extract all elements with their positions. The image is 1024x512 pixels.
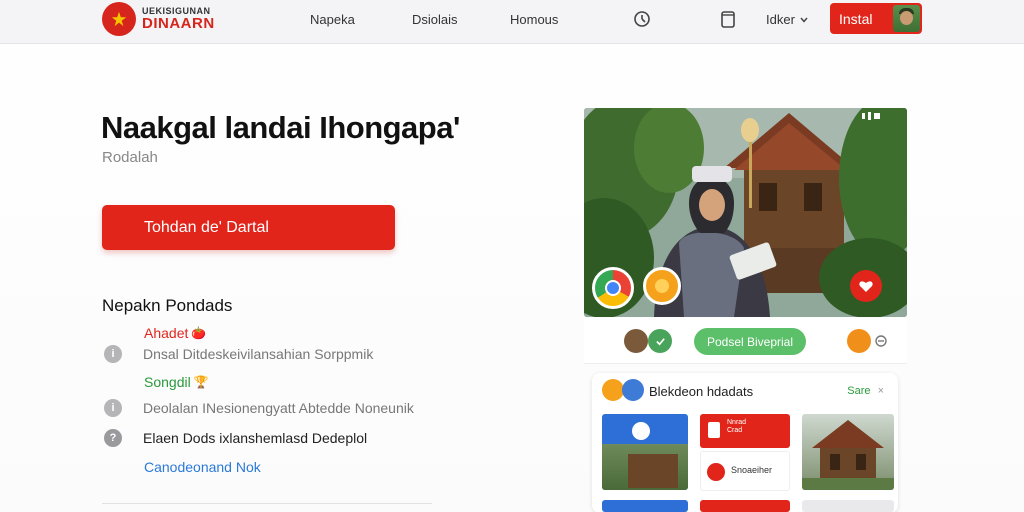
brand-name-bottom: DINAARN <box>142 15 215 32</box>
chrome-icon[interactable] <box>592 267 634 309</box>
help-icon: ? <box>104 429 122 447</box>
features-title: Nepakn Pondads <box>102 296 233 315</box>
tile-line-1: Nnrad <box>727 419 747 426</box>
user-avatar[interactable] <box>893 5 920 32</box>
hero-title: Naakgal landai Ihongapa' <box>101 110 460 145</box>
card-action[interactable]: Sare × <box>847 385 884 397</box>
content-tile[interactable] <box>700 500 790 512</box>
content-tile[interactable] <box>602 500 688 512</box>
feature-link-label: Canodeonand Nok <box>144 459 261 475</box>
install-button-label: Instal <box>839 10 873 27</box>
user-avatar <box>602 379 624 401</box>
feature-tag-red-label: Ahadet <box>144 325 189 341</box>
language-selector[interactable]: Idker <box>766 12 809 27</box>
feature-item[interactable]: i Deolalan INesionengyatt Abtedde Noneun… <box>104 399 414 417</box>
hero-photo <box>584 108 907 317</box>
like-button[interactable] <box>850 270 882 302</box>
info-icon: i <box>104 345 122 363</box>
feature-tag-red[interactable]: Ahadet 🍅 <box>144 325 206 341</box>
user-avatar <box>622 379 644 401</box>
user-avatar[interactable] <box>847 329 871 353</box>
tile-line-2: Crad <box>727 427 743 435</box>
brand-name: UEKISIGUNAN DINAARN <box>142 7 215 32</box>
search-icon[interactable] <box>631 8 653 30</box>
nav-link-2[interactable]: Dsiolais <box>412 12 458 27</box>
hero-subtitle: Rodalah <box>102 149 158 166</box>
feature-tag-green-label: Songdil <box>144 374 191 390</box>
status-pill-button[interactable]: Podsel Biveprial <box>694 328 806 355</box>
feature-item[interactable]: ? Elaen Dods ixlanshemlasd Dedeplol <box>104 429 367 447</box>
tomato-icon: 🍅 <box>191 326 207 340</box>
page: UEKISIGUNAN DINAARN Napeka Dsiolais Homo… <box>0 0 1024 512</box>
play-icon <box>707 463 725 481</box>
language-label: Idker <box>766 12 795 27</box>
content-tile[interactable] <box>802 414 894 490</box>
tile-label: Snoaeiher <box>731 465 773 475</box>
user-avatar[interactable] <box>624 329 648 353</box>
close-icon[interactable]: × <box>878 385 884 397</box>
top-navigation-bar: UEKISIGUNAN DINAARN Napeka Dsiolais Homo… <box>0 0 1024 44</box>
emblem-icon <box>102 2 136 36</box>
feature-tag-green[interactable]: Songdil 🏆 <box>144 374 209 390</box>
feature-item-text: Elaen Dods ixlanshemlasd Dedeplol <box>143 430 368 446</box>
app-preview: Podsel Biveprial Blekdeon hdadats Sare ×… <box>584 108 907 512</box>
content-tile[interactable] <box>802 500 894 512</box>
feature-link[interactable]: Canodeonand Nok <box>144 459 261 475</box>
content-tile[interactable]: Snoaeiher <box>700 451 790 491</box>
content-tile[interactable] <box>602 414 688 490</box>
chevron-down-icon <box>800 17 808 23</box>
document-icon <box>708 422 720 438</box>
brand-logo[interactable]: UEKISIGUNAN DINAARN <box>102 2 215 36</box>
nav-link-1[interactable]: Napeka <box>310 12 355 27</box>
feature-item[interactable]: i Dnsal Ditdeskeivilansahian Sorppmik <box>104 345 373 363</box>
install-button[interactable]: Instal <box>830 3 922 34</box>
feature-item-text: Dnsal Ditdeskeivilansahian Sorppmik <box>143 346 374 362</box>
recommendation-card: Blekdeon hdadats Sare × Nnrad Crad Snoae… <box>592 373 898 512</box>
content-tile[interactable]: Nnrad Crad <box>700 414 790 448</box>
divider <box>102 503 432 504</box>
nav-link-3[interactable]: Homous <box>510 12 558 27</box>
refresh-icon[interactable] <box>874 334 888 348</box>
primary-cta-button[interactable]: Tohdan de' Dartal <box>102 205 395 250</box>
feature-item-text: Deolalan INesionengyatt Abtedde Noneunik <box>143 400 414 416</box>
trophy-icon: 🏆 <box>193 375 209 389</box>
info-icon: i <box>104 399 122 417</box>
app-icon-orange[interactable] <box>643 267 681 305</box>
card-title: Blekdeon hdadats <box>649 384 754 399</box>
status-icons <box>862 112 880 120</box>
device-icon[interactable] <box>717 8 739 30</box>
heart-icon <box>859 281 873 292</box>
robot-icon <box>632 422 650 440</box>
action-bar: Podsel Biveprial <box>584 318 907 364</box>
card-action-label: Sare <box>847 385 871 397</box>
bookmark-icon[interactable] <box>875 232 907 317</box>
check-icon[interactable] <box>648 329 672 353</box>
